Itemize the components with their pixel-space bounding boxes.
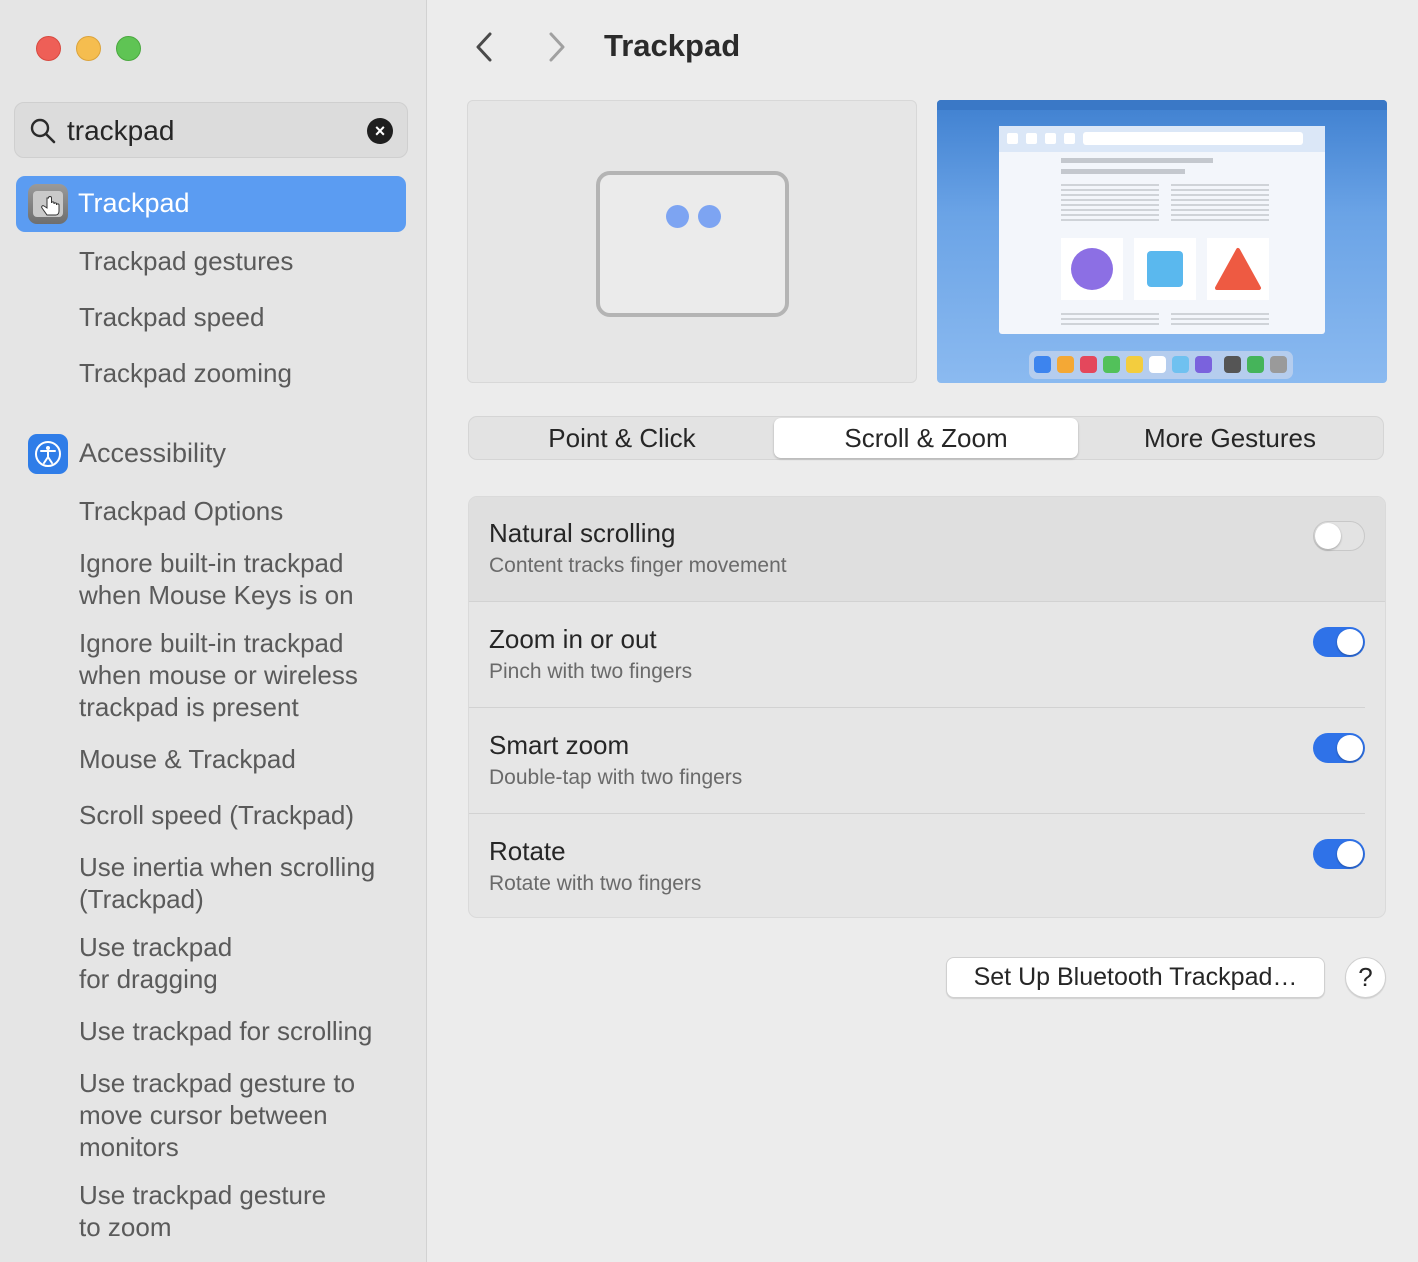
setting-title: Smart zoom [489,730,630,760]
minimize-window-button[interactable] [76,36,101,61]
setting-title: Natural scrolling [489,518,676,548]
setting-row-rotate: Rotate Rotate with two fingers [469,815,1385,917]
setting-subtitle: Content tracks finger movement [489,554,787,577]
sidebar-item-label: when mouse or wireless [79,660,358,690]
sidebar-item-label: Trackpad [78,188,190,218]
finger-dot-icon [698,205,721,228]
setting-subtitle: Rotate with two fingers [489,872,702,895]
setup-bluetooth-trackpad-button[interactable]: Set Up Bluetooth Trackpad… [946,957,1325,998]
sidebar-item-label: monitors [79,1132,179,1162]
accessibility-icon [28,434,68,474]
gesture-preview-trackpad [467,100,917,383]
sidebar-item-label: move cursor between [79,1100,328,1130]
rotate-toggle[interactable] [1313,839,1365,869]
sidebar-item-label: Use trackpad [79,932,233,962]
sidebar-item-trackpad[interactable]: Trackpad [16,176,406,232]
setting-subtitle: Pinch with two fingers [489,660,693,683]
sidebar-item-label: Ignore built-in trackpad [79,628,344,658]
tab-scroll-zoom[interactable]: Scroll & Zoom [774,418,1078,458]
sidebar-item-label: Use trackpad for scrolling [79,1016,373,1046]
setting-title: Rotate [489,836,566,866]
back-chevron-icon[interactable] [470,30,500,64]
search-input[interactable] [67,111,357,151]
sidebar-item-label: Scroll speed (Trackpad) [79,800,355,830]
divider [469,601,1385,602]
sidebar-item-label: Trackpad Options [79,496,284,526]
search-field[interactable]: × [14,102,408,158]
sidebar: × Trackpad Trackpad gestures Trackpad sp… [0,0,427,1262]
sidebar-section-accessibility[interactable]: Accessibility [79,438,226,469]
trackpad-hand-icon [28,184,68,224]
sidebar-item-mouse-trackpad[interactable]: Mouse & Trackpad [79,743,296,775]
sidebar-item-label: Use inertia when scrolling [79,852,376,882]
gesture-preview-screen [937,100,1387,383]
sidebar-item-ignore-trackpad-mouse-keys[interactable]: Ignore built-in trackpad when Mouse Keys… [79,547,354,611]
screen-illustration [937,100,1387,379]
trackpad-illustration [596,171,789,317]
setting-subtitle: Double-tap with two fingers [489,766,743,789]
tab-bar: Point & Click Scroll & Zoom More Gesture… [468,416,1384,460]
divider [469,813,1365,814]
setting-title: Zoom in or out [489,624,657,654]
sidebar-item-gesture-move-cursor[interactable]: Use trackpad gesture to move cursor betw… [79,1067,355,1163]
sidebar-item-label: Use trackpad gesture [79,1180,327,1210]
sidebar-item-trackpad-options[interactable]: Trackpad Options [79,495,283,527]
zoom-toggle[interactable] [1313,627,1365,657]
sidebar-item-label: Mouse & Trackpad [79,744,296,774]
zoom-window-button[interactable] [116,36,141,61]
sidebar-item-label: to zoom [79,1212,172,1242]
forward-chevron-icon[interactable] [541,30,571,64]
toggle-knob [1337,841,1363,867]
setting-row-natural-scrolling: Natural scrolling Content tracks finger … [469,497,1385,602]
sidebar-item-trackpad-scrolling[interactable]: Use trackpad for scrolling [79,1015,372,1047]
close-window-button[interactable] [36,36,61,61]
sidebar-item-label: trackpad is present [79,692,299,722]
search-icon [30,118,56,144]
page-title: Trackpad [604,28,741,63]
setting-row-smart-zoom: Smart zoom Double-tap with two fingers [469,709,1385,814]
sidebar-item-trackpad-zooming[interactable]: Trackpad zooming [79,357,292,389]
divider [469,707,1365,708]
tab-point-click[interactable]: Point & Click [470,418,774,458]
sidebar-item-label: Ignore built-in trackpad [79,548,344,578]
sidebar-item-trackpad-gestures[interactable]: Trackpad gestures [79,245,293,277]
smart-zoom-toggle[interactable] [1313,733,1365,763]
sidebar-item-trackpad-speed[interactable]: Trackpad speed [79,301,264,333]
natural-scrolling-toggle[interactable] [1313,521,1365,551]
settings-group: Natural scrolling Content tracks finger … [468,496,1386,918]
sidebar-item-label: Use trackpad gesture to [79,1068,356,1098]
toggle-knob [1315,523,1341,549]
sidebar-item-trackpad-dragging[interactable]: Use trackpad for dragging [79,931,232,995]
setting-row-zoom: Zoom in or out Pinch with two fingers [469,603,1385,708]
sidebar-item-label: (Trackpad) [79,884,204,914]
sidebar-item-scroll-speed[interactable]: Scroll speed (Trackpad) [79,799,354,831]
sidebar-item-gesture-zoom[interactable]: Use trackpad gesture to zoom [79,1179,326,1243]
sidebar-item-label: when Mouse Keys is on [79,580,354,610]
help-button[interactable]: ? [1345,957,1386,998]
sidebar-item-inertia-scrolling[interactable]: Use inertia when scrolling (Trackpad) [79,851,375,915]
sidebar-item-label: for dragging [79,964,218,994]
sidebar-item-ignore-trackpad-wireless[interactable]: Ignore built-in trackpad when mouse or w… [79,627,358,723]
toggle-knob [1337,629,1363,655]
tab-more-gestures[interactable]: More Gestures [1078,418,1382,458]
toggle-knob [1337,735,1363,761]
finger-dot-icon [666,205,689,228]
clear-search-icon[interactable]: × [367,118,393,144]
